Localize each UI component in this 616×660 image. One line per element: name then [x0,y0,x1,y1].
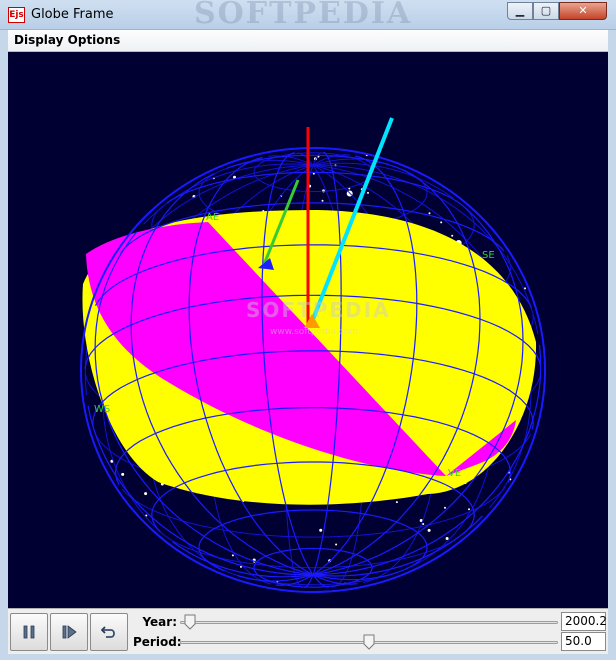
year-slider[interactable] [180,613,558,631]
period-slider-thumb[interactable] [363,634,375,650]
control-panel: Year: 2000.2 Period: 50.0 [8,608,608,654]
menu-display-options[interactable]: Display Options [14,33,120,47]
star [428,212,431,215]
label-ve: VE [448,468,462,479]
star [468,508,470,511]
star [231,554,234,557]
star [422,523,425,525]
window-title: Globe Frame [31,7,114,22]
period-value-field[interactable]: 50.0 [561,632,606,651]
star [524,287,526,290]
label-se: SE [482,250,495,261]
minimize-icon: ▁ [515,4,525,17]
star [121,472,125,476]
star [395,501,398,504]
app-icon: Ejs [8,7,25,23]
label-ws: WS [94,404,111,415]
pause-icon [23,625,35,639]
star [335,543,338,546]
minimize-button[interactable]: ▁ [507,2,533,20]
view-watermark: SOFTPEDIA [246,298,391,322]
maximize-button[interactable]: ▢ [533,2,559,20]
year-label: Year: [142,615,177,629]
period-slider[interactable] [180,633,558,651]
step-button[interactable] [50,613,88,651]
close-button[interactable]: ✕ [559,2,607,20]
close-icon: ✕ [578,4,588,17]
star [144,492,148,496]
star [444,506,446,509]
star [451,234,454,237]
star [427,528,431,532]
period-label: Period: [133,635,182,649]
title-bar: Ejs Globe Frame SOFTPEDIA ▁ ▢ ✕ [0,0,616,31]
year-slider-track [180,621,558,624]
globe-view[interactable]: SOFTPEDIA www.softpedia.com AE SE WS VE [8,52,608,608]
year-value-field[interactable]: 2000.2 [561,612,607,631]
reset-button[interactable] [90,613,128,651]
title-watermark: SOFTPEDIA [194,0,413,31]
star [440,221,443,224]
star [319,528,323,532]
pause-button[interactable] [10,613,48,651]
star [321,199,324,202]
view-watermark-sub: www.softpedia.com [270,327,358,337]
reset-icon [101,626,115,638]
star [367,191,369,194]
star [445,537,449,540]
maximize-icon: ▢ [540,4,552,17]
step-forward-icon [62,625,77,639]
year-slider-thumb[interactable] [184,614,196,630]
menu-bar: Display Options [8,30,608,52]
label-ae: AE [206,212,220,223]
